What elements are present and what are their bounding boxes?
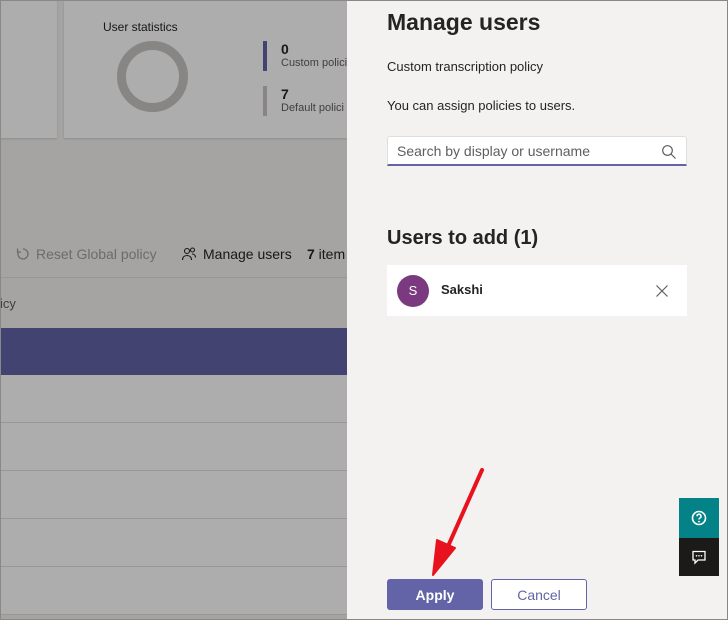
column-header: icy (0, 296, 16, 311)
table-row[interactable] (0, 471, 347, 519)
avatar: S (397, 275, 429, 307)
user-search-box (387, 136, 687, 166)
close-icon[interactable] (655, 284, 669, 298)
manage-users-button[interactable]: Manage users (181, 246, 292, 262)
item-count: 7 item (307, 246, 345, 262)
reset-icon (16, 248, 29, 260)
table-row[interactable] (0, 519, 347, 567)
custom-policies-label: Custom polici (281, 57, 347, 69)
manage-users-panel: Manage users Custom transcription policy… (347, 0, 728, 620)
user-search-input[interactable] (388, 137, 648, 165)
reset-global-policy-label: Reset Global policy (36, 246, 157, 262)
panel-title: Manage users (387, 9, 541, 35)
question-icon (691, 510, 707, 526)
policy-toolbar: Reset Global policy Manage users 7 item (0, 234, 347, 278)
default-stat-bar (263, 86, 267, 116)
search-icon (662, 145, 676, 159)
item-count-suffix: item (314, 246, 346, 262)
item-count-number: 7 (307, 246, 315, 262)
panel-help-text: You can assign policies to users. (387, 98, 576, 113)
feedback-icon (692, 550, 706, 565)
default-policies-label: Default polici (281, 102, 344, 114)
cancel-button[interactable]: Cancel (491, 579, 587, 610)
user-statistics-card: User statistics 0 Custom polici 7 Defaul… (64, 0, 347, 138)
default-policies-count: 7 (281, 86, 289, 102)
default-policies-stat: 7 Default polici (263, 86, 344, 116)
background-card (0, 0, 57, 138)
statistics-donut-chart (117, 41, 188, 112)
table-row[interactable] (0, 375, 347, 423)
user-statistics-title: User statistics (103, 20, 178, 34)
table-row[interactable] (0, 567, 347, 615)
table-row[interactable] (0, 423, 347, 471)
table-row-selected[interactable] (0, 328, 347, 375)
user-name: Sakshi (441, 282, 483, 297)
help-button[interactable] (679, 498, 719, 538)
manage-users-label: Manage users (203, 246, 292, 262)
custom-stat-bar (263, 41, 267, 71)
apply-button[interactable]: Apply (387, 579, 483, 610)
custom-policies-count: 0 (281, 41, 289, 57)
custom-policies-stat: 0 Custom polici (263, 41, 347, 71)
policy-name: Custom transcription policy (387, 59, 544, 74)
background-page: User statistics 0 Custom polici 7 Defaul… (0, 0, 347, 620)
reset-global-policy-button[interactable]: Reset Global policy (16, 246, 157, 262)
users-to-add-heading: Users to add (1) (387, 227, 539, 249)
user-list-item: S Sakshi (387, 265, 687, 316)
people-icon (181, 247, 197, 261)
feedback-button[interactable] (679, 538, 719, 576)
